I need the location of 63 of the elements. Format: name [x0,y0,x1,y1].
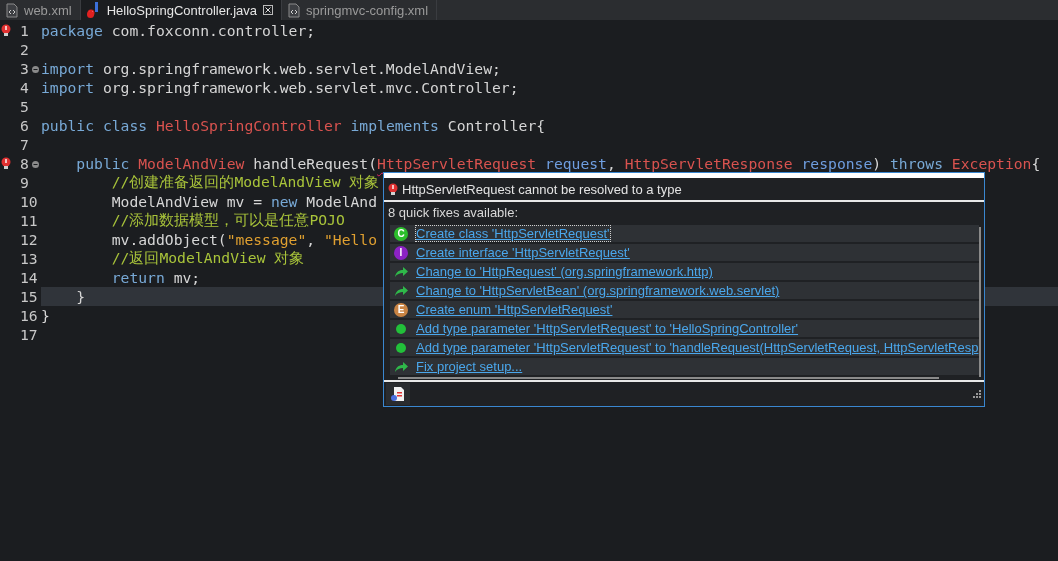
code-line: //返回ModelAndView 对象 [110,249,305,268]
code-line: import org.springframework.web.servlet.ModelAndView; [41,60,501,77]
code-line: public ModelAndView handleRequest(HttpServletRequest request, HttpServletResponse response) throws Exception{ [75,155,1041,172]
dot-icon [394,322,408,335]
fix-type-icon: C [394,226,408,241]
line-number: 3 [20,60,30,77]
code-line: public class HelloSpringController implements Controller{ [41,117,546,134]
arrow-icon [394,284,408,297]
code-line: return mv; [110,269,201,286]
quick-fix-link[interactable]: Fix project setup... [416,359,523,374]
error-marker-icon [1,24,11,37]
tab-label: springmvc-config.xml [306,2,429,18]
problem-message: HttpServletRequest cannot be resolved to a type [402,181,682,197]
code-line: mv.addObject("message", "Hello [110,231,378,248]
code-line: //添加数据模型，可以是任意POJO [110,211,345,230]
code-line: } [41,307,50,324]
quick-fix-link[interactable]: Change to 'HttpServletBean' (org.springframework.web.servlet) [416,283,780,298]
line-number: 2 [20,41,30,58]
quick-fix-item[interactable]: E Create enum 'HttpServletRequest' [390,301,979,318]
fold-toggle-icon[interactable] [32,66,39,73]
quick-fix-link[interactable]: Add type parameter 'HttpServletRequest' to 'HelloSpringController' [416,321,799,336]
quick-fix-item[interactable]: Change to 'HttpServletBean' (org.springframework.web.servlet) [390,282,979,299]
arrow-icon [394,265,408,278]
quick-fix-link[interactable]: Create enum 'HttpServletRequest' [416,302,613,317]
editor-tab[interactable]: HelloSpringController.java [80,0,282,20]
quick-fix-link[interactable]: Create interface 'HttpServletRequest' [416,245,630,260]
quick-fix-link[interactable]: Change to 'HttpRequest' (org.springframework.http) [416,264,713,279]
line-number: 5 [20,98,30,115]
xml-file-icon [6,2,18,18]
dot-icon [394,341,408,354]
line-number: 6 [20,117,30,134]
line-number: 9 [20,174,30,191]
fix-type-icon: E [394,302,408,317]
line-number: 7 [20,136,30,153]
code-line: ModelAndView mv = new ModelAnd [110,193,378,210]
tab-label: web.xml [24,2,72,18]
code-line: //创建准备返回的ModelAndView 对象 [110,173,380,192]
quick-fix-item[interactable]: C Create class 'HttpServletRequest' [390,225,979,242]
quick-fix-link[interactable]: Create class 'HttpServletRequest' [416,226,610,241]
error-marker-icon [1,157,11,170]
document-gear-icon [390,386,406,402]
close-icon[interactable] [263,5,273,15]
line-number: 4 [20,79,30,96]
preferences-button[interactable] [386,383,410,405]
arrow-icon [394,360,408,373]
code-line: } [75,288,86,305]
quick-fix-item[interactable]: Fix project setup... [390,358,979,375]
quick-fix-item[interactable]: Add type parameter 'HttpServletRequest' to 'handleRequest(HttpServletRequest, HttpServletResp [390,339,979,356]
xml-file-icon [288,2,300,18]
quick-fix-summary: 8 quick fixes available: [387,204,520,221]
code-line: package com.foxconn.controller; [41,22,316,39]
line-number: 1 [20,22,30,39]
tab-label: HelloSpringController.java [106,2,257,18]
resize-grip-icon[interactable] [972,389,982,399]
error-marker-icon [388,182,398,196]
code-line: import org.springframework.web.servlet.mvc.Controller; [41,79,519,96]
fix-type-icon: I [394,245,408,260]
line-number: 8 [20,155,30,172]
quick-fix-item[interactable]: Add type parameter 'HttpServletRequest' to 'HelloSpringController' [390,320,979,337]
quick-fix-item[interactable]: Change to 'HttpRequest' (org.springframework.http) [390,263,979,280]
quick-fix-item[interactable]: I Create interface 'HttpServletRequest' [390,244,979,261]
fold-toggle-icon[interactable] [32,161,39,168]
quick-fix-link[interactable]: Add type parameter 'HttpServletRequest' to 'handleRequest(HttpServletRequest, HttpServletResp [416,340,979,355]
